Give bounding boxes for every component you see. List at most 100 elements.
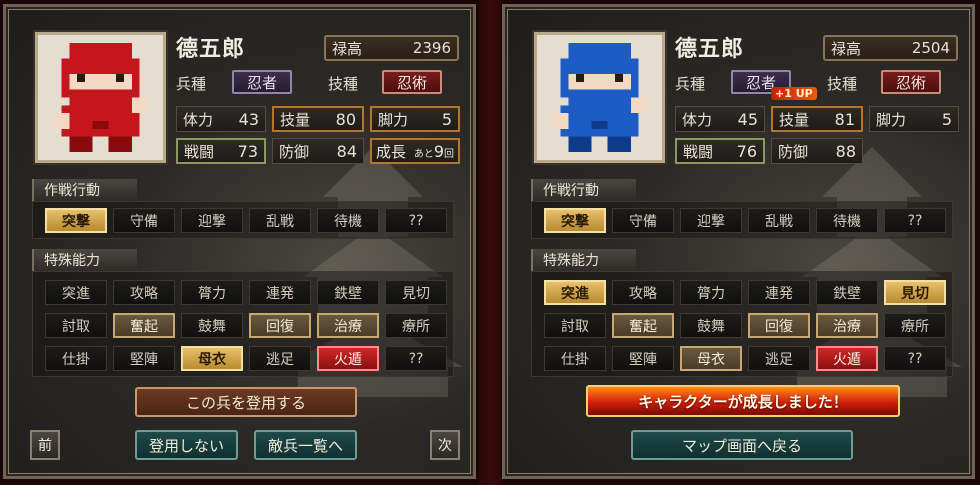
ability-trap[interactable]: 仕掛 (45, 346, 107, 371)
stat-leg-label: 脚力 (876, 110, 907, 129)
special-section-title: 特殊能力 (531, 249, 636, 271)
stat-hp: 体力 45 (675, 106, 765, 132)
skill-type-badge: 忍術 (881, 70, 941, 94)
stat-leg-value: 5 (941, 109, 952, 129)
stat-tech: 技量 80 (272, 106, 364, 132)
tactics-section: 突撃 守備 迎撃 乱戦 待機 ?? (531, 201, 953, 239)
tactic-guard[interactable]: 守備 (113, 208, 175, 233)
ability-rapid-fire[interactable]: 連発 (748, 280, 810, 305)
ability-horo[interactable]: 母衣 (680, 346, 742, 371)
ability-encourage[interactable]: 鼓舞 (680, 313, 742, 338)
tactic-charge[interactable]: 突撃 (544, 208, 606, 233)
return-to-map-button[interactable]: マップ画面へ戻る (631, 430, 853, 460)
stat-hp-label: 体力 (183, 110, 214, 129)
stat-defense-label: 防御 (778, 142, 809, 161)
stat-growth-label: 成長 (376, 142, 407, 161)
ability-rally[interactable]: 奮起 (113, 313, 175, 338)
tactic-wait[interactable]: 待機 (816, 208, 878, 233)
stat-combat-label: 戦闘 (184, 142, 215, 161)
ability-horo[interactable]: 母衣 (181, 346, 243, 371)
ability-fire-escape[interactable]: 火遁 (816, 346, 878, 371)
ability-heal[interactable]: 治療 (816, 313, 878, 338)
ability-siege[interactable]: 攻略 (612, 280, 674, 305)
stat-combat-label: 戦闘 (683, 142, 714, 161)
ability-rapid-fire[interactable]: 連発 (249, 280, 311, 305)
tactic-charge[interactable]: 突撃 (45, 208, 107, 233)
stat-tech: 技量 81 (771, 106, 863, 132)
stat-defense-value: 88 (835, 141, 856, 161)
ability-capture[interactable]: 討取 (45, 313, 107, 338)
ability-siege[interactable]: 攻略 (113, 280, 175, 305)
ability-recover[interactable]: 回復 (748, 313, 810, 338)
tactic-melee[interactable]: 乱戦 (748, 208, 810, 233)
ability-encourage[interactable]: 鼓舞 (181, 313, 243, 338)
stat-growth-prefix: あと (413, 148, 434, 160)
ability-strength[interactable]: 膂力 (181, 280, 243, 305)
stat-defense-value: 84 (336, 141, 357, 161)
recruit-panel: 德五郎 禄高 2396 兵種 忍者 技種 忍術 体力 43 技量 80 脚力 5… (3, 4, 476, 479)
ability-unknown[interactable]: ?? (385, 346, 447, 371)
tactic-melee[interactable]: 乱戦 (249, 208, 311, 233)
stat-combat-value: 73 (237, 141, 258, 161)
stat-defense-label: 防御 (279, 142, 310, 161)
prev-button[interactable]: 前 (30, 430, 60, 460)
stat-combat-value: 76 (736, 141, 757, 161)
ability-charge[interactable]: 突進 (45, 280, 107, 305)
ability-clinic[interactable]: 療所 (884, 313, 946, 338)
character-name: 德五郎 (176, 37, 246, 62)
tactic-intercept[interactable]: 迎撃 (181, 208, 243, 233)
stat-tech-label: 技量 (280, 110, 311, 129)
ability-iron-wall[interactable]: 鉄壁 (317, 280, 379, 305)
ability-evade[interactable]: 見切 (884, 280, 946, 305)
ability-firm-formation[interactable]: 堅陣 (612, 346, 674, 371)
level-up-badge: +1 UP (771, 87, 817, 100)
stat-tech-value: 81 (834, 109, 855, 129)
ability-unknown[interactable]: ?? (884, 346, 946, 371)
tactic-intercept[interactable]: 迎撃 (680, 208, 742, 233)
salary-box: 禄高 2504 (823, 35, 958, 61)
stat-hp: 体力 43 (176, 106, 266, 132)
salary-value: 2504 (911, 39, 950, 57)
ability-rally[interactable]: 奮起 (612, 313, 674, 338)
unit-type-label: 兵種 (176, 75, 207, 93)
ability-evade[interactable]: 見切 (385, 280, 447, 305)
ability-fire-escape[interactable]: 火遁 (317, 346, 379, 371)
stat-defense: 防御 84 (272, 138, 364, 164)
stat-leg: 脚力 5 (869, 106, 959, 132)
character-portrait (35, 32, 166, 163)
background-divider (479, 0, 501, 485)
ability-clinic[interactable]: 療所 (385, 313, 447, 338)
ability-swift-escape[interactable]: 逃足 (249, 346, 311, 371)
salary-label: 禄高 (831, 39, 862, 58)
next-button[interactable]: 次 (430, 430, 460, 460)
ability-charge[interactable]: 突進 (544, 280, 606, 305)
ability-iron-wall[interactable]: 鉄壁 (816, 280, 878, 305)
stat-growth-suffix: 回 (444, 148, 454, 160)
skill-type-label: 技種 (328, 75, 359, 93)
tactic-unknown[interactable]: ?? (884, 208, 946, 233)
register-soldier-button[interactable]: この兵を登用する (135, 387, 357, 417)
decline-button[interactable]: 登用しない (135, 430, 238, 460)
ability-heal[interactable]: 治療 (317, 313, 379, 338)
tactics-section: 突撃 守備 迎撃 乱戦 待機 ?? (32, 201, 454, 239)
tactic-guard[interactable]: 守備 (612, 208, 674, 233)
stat-combat: 戦闘 73 (176, 138, 266, 164)
unit-type-badge: 忍者 (232, 70, 292, 94)
tactic-unknown[interactable]: ?? (385, 208, 447, 233)
stat-leg: 脚力 5 (370, 106, 460, 132)
tactics-section-title: 作戦行動 (32, 179, 137, 201)
ability-recover[interactable]: 回復 (249, 313, 311, 338)
stat-hp-value: 45 (737, 109, 758, 129)
character-portrait (534, 32, 665, 163)
stat-defense: 防御 88 (771, 138, 863, 164)
ability-swift-escape[interactable]: 逃足 (748, 346, 810, 371)
tactic-wait[interactable]: 待機 (317, 208, 379, 233)
ability-trap[interactable]: 仕掛 (544, 346, 606, 371)
character-name: 德五郎 (675, 37, 745, 62)
ability-strength[interactable]: 膂力 (680, 280, 742, 305)
tactics-section-title: 作戦行動 (531, 179, 636, 201)
enemy-list-button[interactable]: 敵兵一覧へ (254, 430, 357, 460)
stat-leg-label: 脚力 (378, 110, 409, 129)
ability-capture[interactable]: 討取 (544, 313, 606, 338)
ability-firm-formation[interactable]: 堅陣 (113, 346, 175, 371)
